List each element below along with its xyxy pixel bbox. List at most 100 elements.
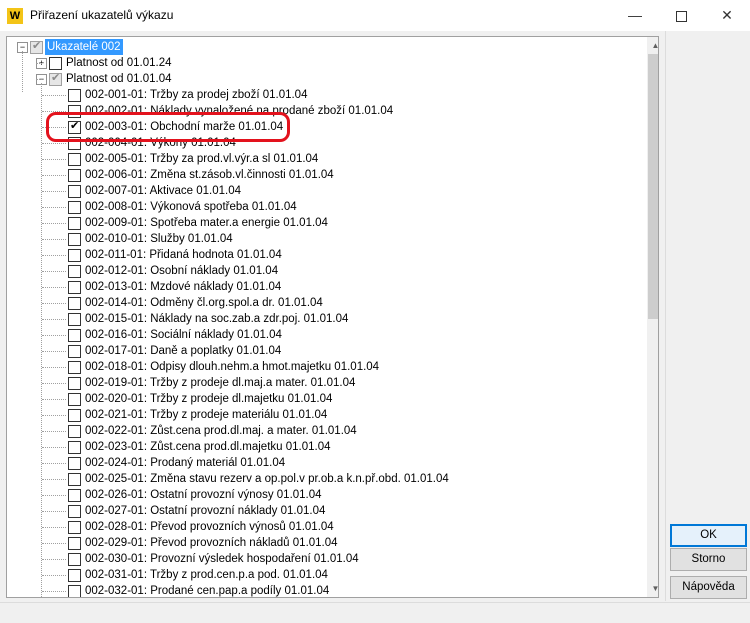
tree-group-node[interactable]: + Platnost od 01.01.24 <box>7 55 637 71</box>
tree-item-label: 002-008-01: Výkonová spotřeba 01.01.04 <box>85 201 297 213</box>
tree-item[interactable]: 002-026-01: Ostatní provozní výnosy 01.0… <box>7 487 637 503</box>
checkbox[interactable] <box>68 185 81 198</box>
tree-item[interactable]: 002-024-01: Prodaný materiál 01.01.04 <box>7 455 637 471</box>
checkbox[interactable] <box>68 537 81 550</box>
checkbox[interactable] <box>68 425 81 438</box>
tree-item[interactable]: 002-030-01: Provozní výsledek hospodařen… <box>7 551 637 567</box>
tree-item[interactable]: 002-021-01: Tržby z prodeje materiálu 01… <box>7 407 637 423</box>
checkbox[interactable] <box>68 361 81 374</box>
tree-item[interactable]: 002-025-01: Změna stavu rezerv a op.pol.… <box>7 471 637 487</box>
checkbox[interactable] <box>68 569 81 582</box>
tree-item[interactable]: 002-011-01: Přidaná hodnota 01.01.04 <box>7 247 637 263</box>
tree-root-node[interactable]: − ✔ Ukazatelé 002 <box>7 39 637 55</box>
tree-item-label: 002-030-01: Provozní výsledek hospodařen… <box>85 553 359 565</box>
checkbox[interactable] <box>68 153 81 166</box>
checkbox[interactable] <box>68 217 81 230</box>
tree-item[interactable]: 002-005-01: Tržby za prod.vl.výr.a sl 01… <box>7 151 637 167</box>
tree-item[interactable]: 002-016-01: Sociální náklady 01.01.04 <box>7 327 637 343</box>
button-panel <box>665 31 750 601</box>
status-strip <box>0 602 750 623</box>
checkbox[interactable] <box>68 553 81 566</box>
checkbox[interactable] <box>68 169 81 182</box>
tree-item[interactable]: 002-015-01: Náklady na soc.zab.a zdr.poj… <box>7 311 637 327</box>
tree-item-label: 002-005-01: Tržby za prod.vl.výr.a sl 01… <box>85 153 319 165</box>
tree-item-label: 002-013-01: Mzdové náklady 01.01.04 <box>85 281 282 293</box>
ok-button[interactable]: OK <box>670 524 747 547</box>
checkbox[interactable] <box>68 377 81 390</box>
tree-item[interactable]: 002-013-01: Mzdové náklady 01.01.04 <box>7 279 637 295</box>
tree-item-label: 002-010-01: Služby 01.01.04 <box>85 233 233 245</box>
checkbox[interactable] <box>68 297 81 310</box>
maximize-button[interactable] <box>658 0 704 31</box>
window-title: Přiřazení ukazatelů výkazu <box>30 8 174 22</box>
tree-item-label: 002-009-01: Spotřeba mater.a energie 01.… <box>85 217 328 229</box>
tree-item[interactable]: 002-020-01: Tržby z prodeje dl.majetku 0… <box>7 391 637 407</box>
checkbox[interactable] <box>49 57 62 70</box>
tree-item-label: 002-016-01: Sociální náklady 01.01.04 <box>85 329 282 341</box>
tree-item[interactable]: 002-010-01: Služby 01.01.04 <box>7 231 637 247</box>
tree-item-label: 002-023-01: Zůst.cena prod.dl.majetku 01… <box>85 441 331 453</box>
tree-item-label: 002-032-01: Prodané cen.pap.a podíly 01.… <box>85 585 330 597</box>
tree-item-label: 002-020-01: Tržby z prodeje dl.majetku 0… <box>85 393 333 405</box>
checkbox[interactable] <box>68 313 81 326</box>
checkbox[interactable] <box>68 489 81 502</box>
checkbox[interactable] <box>68 329 81 342</box>
tree-item[interactable]: 002-027-01: Ostatní provozní náklady 01.… <box>7 503 637 519</box>
tree-item[interactable]: 002-001-01: Tržby za prodej zboží 01.01.… <box>7 87 637 103</box>
tree-item-label: 002-029-01: Převod provozních nákladů 01… <box>85 537 338 549</box>
tree-item-label: 002-015-01: Náklady na soc.zab.a zdr.poj… <box>85 313 349 325</box>
tree-item-label: 002-028-01: Převod provozních výnosů 01.… <box>85 521 334 533</box>
help-button[interactable]: Nápověda <box>670 576 747 599</box>
tree-item-label: 002-031-01: Tržby z prod.cen.p.a pod. 01… <box>85 569 328 581</box>
scrollbar-thumb[interactable] <box>648 54 658 319</box>
tree-item[interactable]: 002-032-01: Prodané cen.pap.a podíly 01.… <box>7 583 637 597</box>
app-logo-icon: W <box>7 8 23 24</box>
checkbox[interactable] <box>68 249 81 262</box>
tree-item[interactable]: 002-012-01: Osobní náklady 01.01.04 <box>7 263 637 279</box>
tree-item-label: 002-001-01: Tržby za prodej zboží 01.01.… <box>85 89 308 101</box>
checkbox[interactable] <box>68 441 81 454</box>
tree-item[interactable]: 002-031-01: Tržby z prod.cen.p.a pod. 01… <box>7 567 637 583</box>
checkbox[interactable] <box>68 585 81 597</box>
checkbox[interactable] <box>68 281 81 294</box>
tree-item-label: 002-024-01: Prodaný materiál 01.01.04 <box>85 457 286 469</box>
tree-item[interactable]: 002-006-01: Změna st.zásob.vl.činnosti 0… <box>7 167 637 183</box>
checkbox[interactable] <box>68 457 81 470</box>
tree-item-label: 002-012-01: Osobní náklady 01.01.04 <box>85 265 279 277</box>
close-button[interactable]: ✕ <box>704 0 750 31</box>
tree-group-node[interactable]: − ✔ Platnost od 01.01.04 <box>7 71 637 87</box>
vertical-scrollbar[interactable]: ▲ ▼ <box>647 37 658 597</box>
checkbox[interactable]: ✔ <box>30 40 43 54</box>
tree-item[interactable]: 002-029-01: Převod provozních nákladů 01… <box>7 535 637 551</box>
tree-item[interactable]: 002-009-01: Spotřeba mater.a energie 01.… <box>7 215 637 231</box>
tree-item[interactable]: 002-022-01: Zůst.cena prod.dl.maj. a mat… <box>7 423 637 439</box>
tree-item[interactable]: 002-008-01: Výkonová spotřeba 01.01.04 <box>7 199 637 215</box>
tree-item[interactable]: 002-017-01: Daně a poplatky 01.01.04 <box>7 343 637 359</box>
checkbox[interactable] <box>68 265 81 278</box>
checkbox[interactable] <box>68 233 81 246</box>
tree-item[interactable]: 002-007-01: Aktivace 01.01.04 <box>7 183 637 199</box>
checkbox[interactable] <box>68 473 81 486</box>
tree-item[interactable]: 002-018-01: Odpisy dlouh.nehm.a hmot.maj… <box>7 359 637 375</box>
cancel-button[interactable]: Storno <box>670 548 747 571</box>
checkbox[interactable] <box>68 409 81 422</box>
tree-item[interactable]: 002-014-01: Odměny čl.org.spol.a dr. 01.… <box>7 295 637 311</box>
tree-item-label: 002-026-01: Ostatní provozní výnosy 01.0… <box>85 489 322 501</box>
checkbox[interactable] <box>68 505 81 518</box>
tree-item[interactable]: 002-023-01: Zůst.cena prod.dl.majetku 01… <box>7 439 637 455</box>
scroll-up-arrow-icon[interactable]: ▲ <box>647 37 658 54</box>
tree-item[interactable]: 002-028-01: Převod provozních výnosů 01.… <box>7 519 637 535</box>
checkbox[interactable] <box>68 393 81 406</box>
minimize-button[interactable]: — <box>612 0 658 31</box>
checkbox[interactable] <box>68 201 81 214</box>
tree-item-label: 002-027-01: Ostatní provozní náklady 01.… <box>85 505 326 517</box>
checkbox[interactable]: ✔ <box>49 72 62 86</box>
tree-item-label: 002-011-01: Přidaná hodnota 01.01.04 <box>85 249 282 261</box>
checkbox[interactable] <box>68 345 81 358</box>
tree-item-label: 002-021-01: Tržby z prodeje materiálu 01… <box>85 409 328 421</box>
tree-item-label: 002-017-01: Daně a poplatky 01.01.04 <box>85 345 282 357</box>
tree-item[interactable]: 002-019-01: Tržby z prodeje dl.maj.a mat… <box>7 375 637 391</box>
checkbox[interactable] <box>68 521 81 534</box>
checkbox[interactable] <box>68 89 81 102</box>
scroll-down-arrow-icon[interactable]: ▼ <box>647 580 658 597</box>
